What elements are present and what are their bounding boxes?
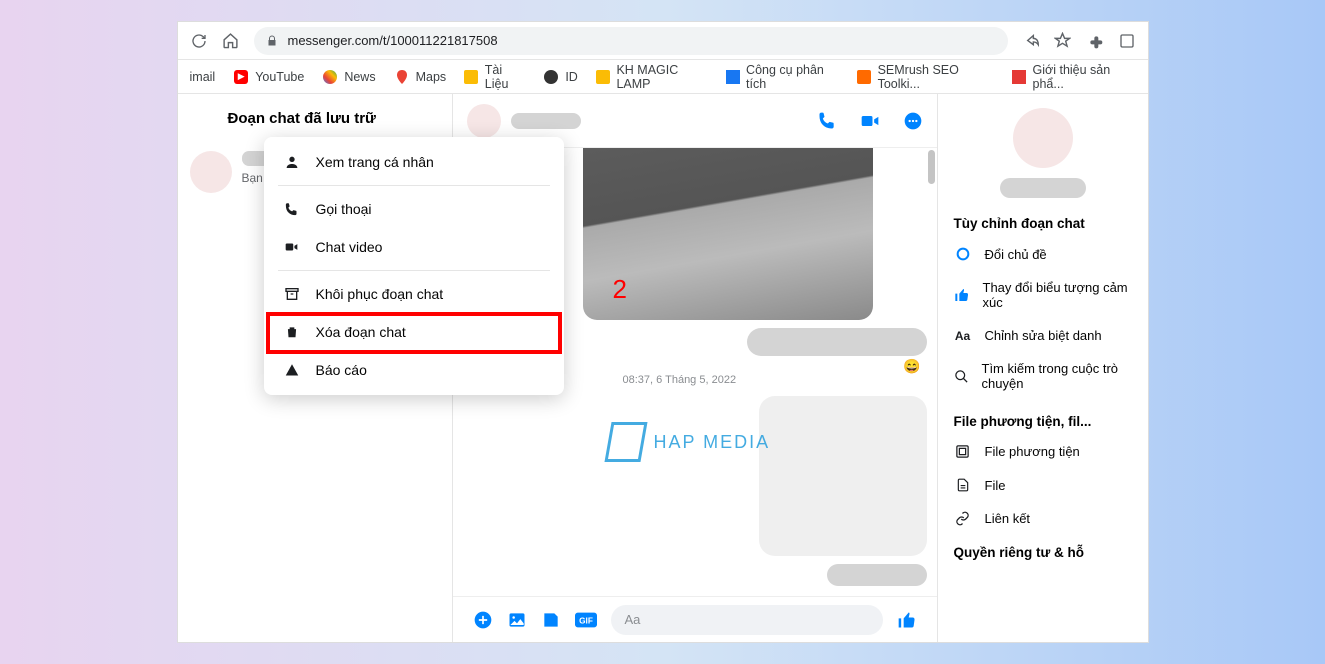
home-icon[interactable] [222, 32, 240, 50]
name-redacted [511, 113, 581, 129]
section-privacy[interactable]: Quyền riêng tư & hỗ [938, 535, 1148, 566]
menu-audio-call[interactable]: Gọi thoại [264, 190, 564, 228]
call-icon[interactable] [817, 111, 837, 131]
menu-video-chat[interactable]: Chat video [264, 228, 564, 266]
avatar-large [1013, 108, 1073, 168]
scrollbar-thumb[interactable] [928, 150, 935, 184]
message-bubble [759, 396, 927, 556]
menu-report[interactable]: Báo cáo [264, 351, 564, 389]
bookmark-khmagic[interactable]: KH MAGIC LAMP [596, 63, 708, 91]
info-icon[interactable] [903, 111, 923, 131]
plus-icon[interactable] [473, 610, 493, 630]
reload-icon[interactable] [190, 32, 208, 50]
share-icon[interactable] [1022, 32, 1040, 50]
sticker-icon[interactable] [541, 610, 561, 630]
menu-view-profile[interactable]: Xem trang cá nhân [264, 143, 564, 181]
avatar [190, 151, 232, 193]
edit-nickname[interactable]: AaChỉnh sửa biệt danh [938, 319, 1148, 352]
extensions-icon[interactable] [1086, 32, 1104, 50]
reaction-emoji: 😄 [903, 358, 920, 375]
bookmark-semrush[interactable]: SEMrush SEO Toolki... [857, 63, 994, 91]
context-menu: Xem trang cá nhân Gọi thoại Chat video K… [264, 137, 564, 395]
browser-toolbar: messenger.com/t/100011221817508 [178, 22, 1148, 60]
timestamp: 08:37, 6 Tháng 5, 2022 [623, 374, 937, 386]
change-theme[interactable]: Đổi chủ đề [938, 237, 1148, 271]
bookmark-gmail[interactable]: imail [190, 70, 216, 84]
section-customise[interactable]: Tùy chỉnh đoạn chat [938, 202, 1148, 237]
archived-title: Đoạn chat đã lưu trữ [178, 94, 452, 143]
bookmark-analytics[interactable]: Công cụ phân tích [725, 63, 839, 91]
search-conversation[interactable]: Tìm kiếm trong cuộc trò chuyện [938, 352, 1148, 400]
account-icon[interactable] [1118, 32, 1136, 50]
watermark-icon [604, 422, 647, 462]
composer: GIF Aa [453, 596, 937, 642]
name-redacted [1000, 178, 1086, 198]
svg-text:GIF: GIF [579, 616, 593, 625]
bookmark-maps[interactable]: Maps [394, 69, 447, 85]
links[interactable]: Liên kết [938, 502, 1148, 535]
bookmark-news[interactable]: News [322, 69, 375, 85]
watermark-text: HAP MEDIA [654, 432, 771, 453]
gif-icon[interactable]: GIF [575, 612, 597, 628]
text-message-redacted [827, 564, 927, 586]
menu-unarchive[interactable]: Khôi phục đoạn chat [264, 275, 564, 313]
like-icon[interactable] [897, 610, 917, 630]
bookmarks-bar: imail ▶YouTube News Maps Tài Liệu ID KH … [178, 60, 1148, 94]
url-text: messenger.com/t/100011221817508 [288, 33, 498, 48]
files[interactable]: File [938, 468, 1148, 502]
star-icon[interactable] [1054, 32, 1072, 50]
annotation-number-2: 2 [613, 274, 627, 305]
media-files[interactable]: File phương tiện [938, 435, 1148, 468]
message-input[interactable]: Aa [611, 605, 883, 635]
text-message-redacted [747, 328, 927, 356]
watermark: HAP MEDIA [608, 422, 771, 462]
bookmark-youtube[interactable]: ▶YouTube [233, 69, 304, 85]
avatar [467, 104, 501, 138]
address-bar[interactable]: messenger.com/t/100011221817508 [254, 27, 1008, 55]
bookmark-tailieu[interactable]: Tài Liệu [464, 63, 525, 91]
bookmark-intro[interactable]: Giới thiệu sản phẩ... [1012, 63, 1136, 91]
lock-icon [266, 35, 278, 47]
video-icon[interactable] [859, 111, 881, 131]
conversation-details: Tùy chỉnh đoạn chat Đổi chủ đề Thay đổi … [938, 94, 1148, 642]
annotation-box-2 [266, 312, 562, 354]
bookmark-id[interactable]: ID [543, 69, 578, 85]
section-media[interactable]: File phương tiện, fil... [938, 400, 1148, 435]
change-emoji[interactable]: Thay đổi biểu tượng cảm xúc [938, 271, 1148, 319]
image-icon[interactable] [507, 610, 527, 630]
